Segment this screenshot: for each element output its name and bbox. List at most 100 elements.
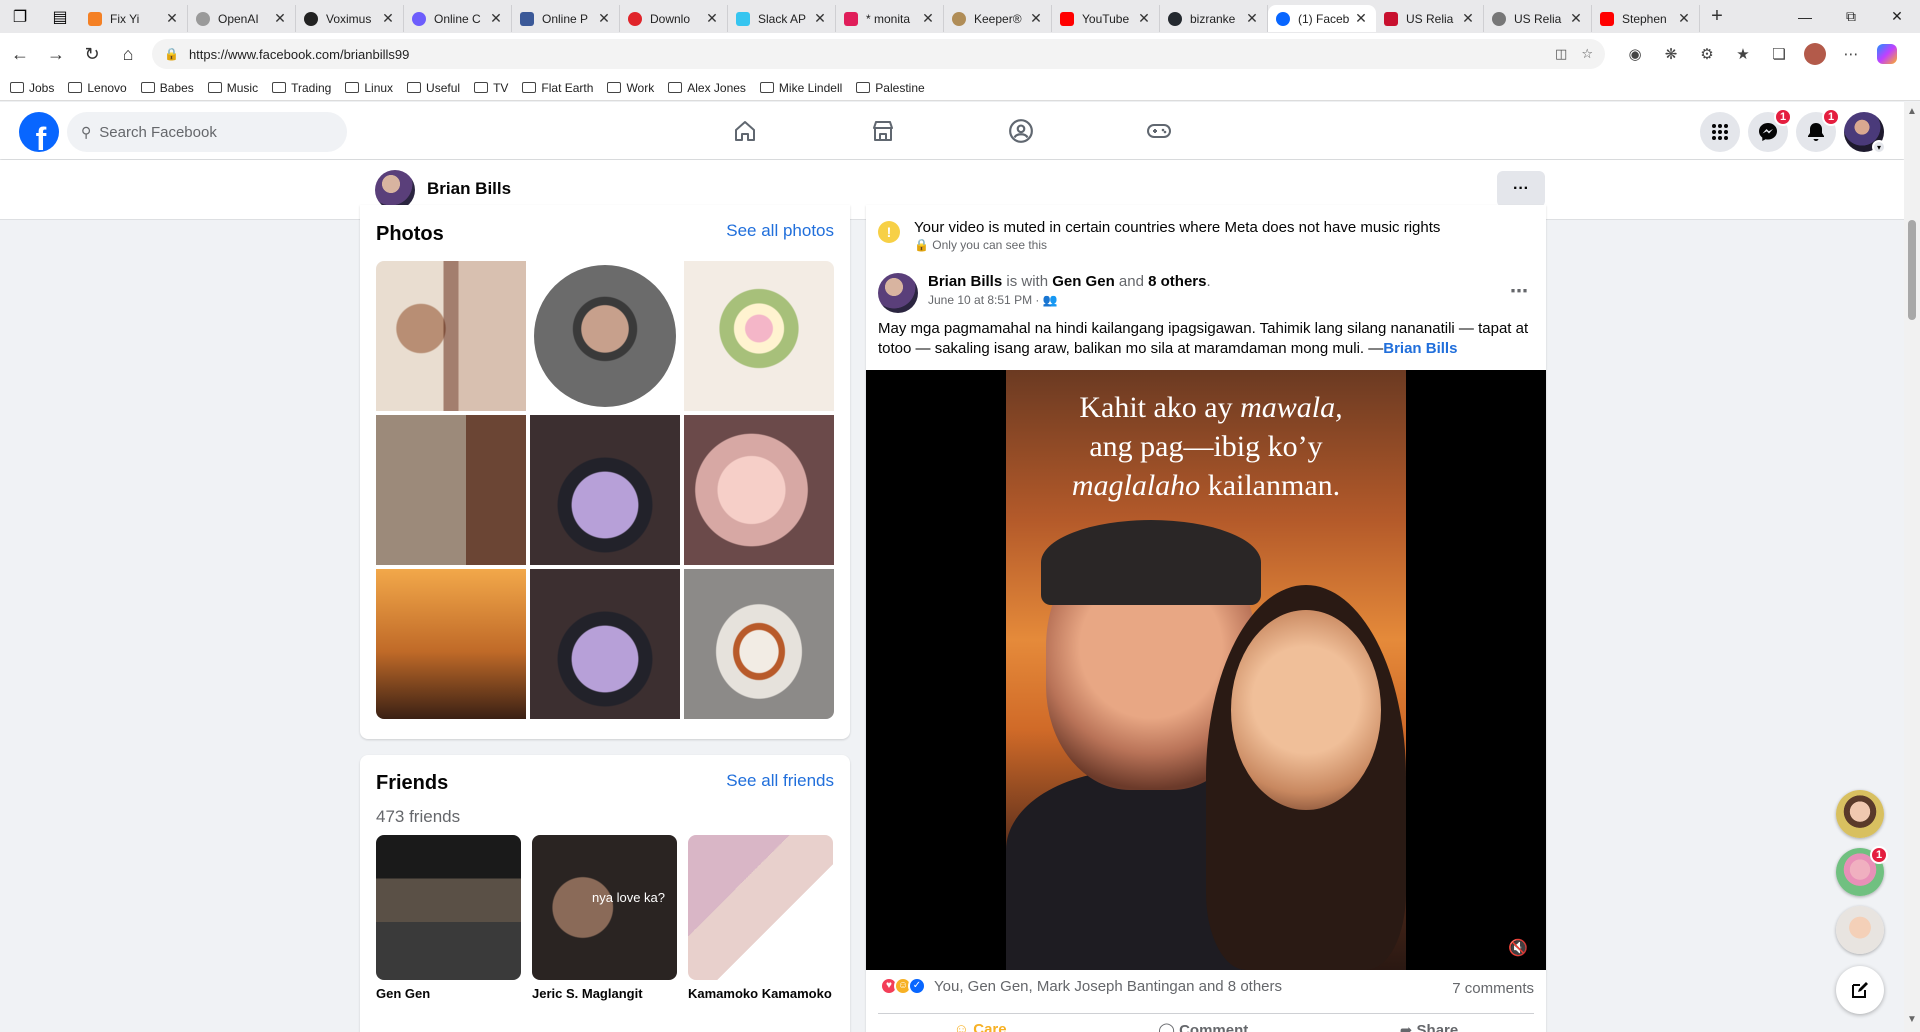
comments-count[interactable]: 7 comments bbox=[1452, 980, 1534, 997]
close-tab-icon[interactable]: ✕ bbox=[597, 10, 611, 27]
photo-thumbnail[interactable] bbox=[376, 569, 526, 719]
extension-cookie-icon[interactable]: ◉ bbox=[1617, 36, 1653, 72]
reactions-summary[interactable]: ♥ ☺ ✓ You, Gen Gen, Mark Joseph Bantinga… bbox=[880, 977, 1282, 995]
browser-tab[interactable]: * monita ✕ bbox=[836, 5, 944, 32]
bookmark-folder[interactable]: Work bbox=[607, 81, 654, 95]
search-input[interactable]: ⚲ Search Facebook bbox=[67, 112, 347, 152]
browser-tab[interactable]: YouTube ✕ bbox=[1052, 5, 1160, 32]
bookmark-folder[interactable]: Palestine bbox=[856, 81, 925, 95]
chat-head-avatar[interactable] bbox=[1836, 906, 1884, 954]
refresh-icon[interactable]: ↻ bbox=[74, 36, 110, 72]
profile-more-button[interactable]: ··· bbox=[1497, 171, 1545, 207]
friend-name[interactable]: Gen Gen bbox=[376, 986, 521, 1001]
account-avatar[interactable]: ▾ bbox=[1844, 112, 1886, 154]
bookmark-folder[interactable]: Flat Earth bbox=[522, 81, 593, 95]
bookmark-folder[interactable]: Babes bbox=[140, 81, 194, 95]
post-options-icon[interactable]: ⋯ bbox=[1510, 281, 1528, 302]
browser-tab[interactable]: Online C ✕ bbox=[404, 5, 512, 32]
close-tab-icon[interactable]: ✕ bbox=[273, 10, 287, 27]
browser-tab[interactable]: OpenAI ✕ bbox=[188, 5, 296, 32]
friend-photo[interactable] bbox=[376, 835, 521, 980]
close-window-icon[interactable]: ✕ bbox=[1874, 0, 1920, 33]
friend-name[interactable]: Jeric S. Maglangit bbox=[532, 986, 677, 1001]
share-button[interactable]: ➦ Share bbox=[1400, 1021, 1458, 1032]
profile-avatar-icon[interactable] bbox=[1797, 36, 1833, 72]
notifications-button[interactable]: 1 bbox=[1796, 108, 1840, 152]
facebook-logo-icon[interactable]: f bbox=[19, 112, 59, 152]
browser-tab[interactable]: Downlo ✕ bbox=[620, 5, 728, 32]
marketplace-icon[interactable] bbox=[828, 110, 938, 152]
close-tab-icon[interactable]: ✕ bbox=[489, 10, 503, 27]
bookmark-folder[interactable]: Alex Jones bbox=[668, 81, 746, 95]
see-all-photos-link[interactable]: See all photos bbox=[726, 221, 834, 241]
browser-tab[interactable]: Stephen ✕ bbox=[1592, 5, 1700, 32]
gaming-icon[interactable] bbox=[1104, 110, 1214, 152]
minimize-icon[interactable]: — bbox=[1782, 0, 1828, 33]
bookmark-folder[interactable]: Jobs bbox=[10, 81, 54, 95]
friend-photo[interactable] bbox=[688, 835, 833, 980]
scroll-down-icon[interactable]: ▼ bbox=[1907, 1014, 1917, 1025]
favorites-icon[interactable]: ★ bbox=[1725, 36, 1761, 72]
close-tab-icon[interactable]: ✕ bbox=[921, 10, 935, 27]
menu-grid-icon[interactable] bbox=[1700, 112, 1740, 152]
bookmark-folder[interactable]: Lenovo bbox=[68, 81, 127, 95]
browser-tab[interactable]: US Relia ✕ bbox=[1376, 5, 1484, 32]
photo-thumbnail[interactable] bbox=[376, 261, 526, 411]
close-tab-icon[interactable]: ✕ bbox=[1137, 10, 1151, 27]
close-tab-icon[interactable]: ✕ bbox=[381, 10, 395, 27]
close-tab-icon[interactable]: ✕ bbox=[1029, 10, 1043, 27]
close-tab-icon[interactable]: ✕ bbox=[1569, 10, 1583, 27]
photo-thumbnail[interactable] bbox=[530, 415, 680, 565]
close-tab-icon[interactable]: ✕ bbox=[1461, 10, 1475, 27]
back-arrow-icon[interactable]: ← bbox=[2, 36, 38, 72]
browser-tab[interactable]: Online P ✕ bbox=[512, 5, 620, 32]
workspaces-icon[interactable]: ❐ bbox=[0, 0, 40, 33]
close-tab-icon[interactable]: ✕ bbox=[165, 10, 179, 27]
photo-thumbnail[interactable] bbox=[376, 415, 526, 565]
browser-tab[interactable]: bizranke ✕ bbox=[1160, 5, 1268, 32]
home-icon[interactable]: ⌂ bbox=[110, 36, 146, 72]
photo-thumbnail[interactable] bbox=[530, 261, 680, 411]
photo-thumbnail[interactable] bbox=[684, 261, 834, 411]
performance-icon[interactable]: ⚙ bbox=[1689, 36, 1725, 72]
new-message-button[interactable] bbox=[1836, 966, 1884, 1014]
close-tab-icon[interactable]: ✕ bbox=[1354, 10, 1368, 27]
friend-tile[interactable]: nya love ka? Jeric S. Maglangit bbox=[532, 835, 677, 1001]
friend-tile[interactable]: Gen Gen bbox=[376, 835, 521, 1001]
comment-button[interactable]: ◯ Comment bbox=[1158, 1021, 1248, 1032]
photo-thumbnail[interactable] bbox=[684, 415, 834, 565]
restore-icon[interactable]: ⧉ bbox=[1828, 0, 1874, 33]
bookmark-folder[interactable]: Useful bbox=[407, 81, 460, 95]
browser-tab[interactable]: Fix Yi ✕ bbox=[80, 5, 188, 32]
friend-name[interactable]: Kamamoko Kamamoko bbox=[688, 986, 833, 1001]
more-options-icon[interactable]: ⋯ bbox=[1833, 36, 1869, 72]
close-tab-icon[interactable]: ✕ bbox=[1677, 10, 1691, 27]
collections-icon[interactable]: ❏ bbox=[1761, 36, 1797, 72]
profile-avatar[interactable] bbox=[375, 170, 415, 210]
friend-tile[interactable]: Kamamoko Kamamoko bbox=[688, 835, 833, 1001]
photo-thumbnail[interactable] bbox=[684, 569, 834, 719]
bookmark-folder[interactable]: Linux bbox=[345, 81, 393, 95]
see-all-friends-link[interactable]: See all friends bbox=[726, 771, 834, 791]
chat-head-avatar[interactable] bbox=[1836, 790, 1884, 838]
tab-actions-icon[interactable]: ▤ bbox=[40, 0, 80, 33]
extensions-puzzle-icon[interactable]: ❋ bbox=[1653, 36, 1689, 72]
browser-tab[interactable]: US Relia ✕ bbox=[1484, 5, 1592, 32]
groups-icon[interactable] bbox=[966, 110, 1076, 152]
profile-name[interactable]: Brian Bills bbox=[427, 179, 511, 199]
post-timestamp[interactable]: June 10 at 8:51 PM bbox=[928, 293, 1032, 307]
close-tab-icon[interactable]: ✕ bbox=[1245, 10, 1259, 27]
post-author-name[interactable]: Brian Bills bbox=[928, 273, 1002, 290]
forward-arrow-icon[interactable]: → bbox=[38, 36, 74, 72]
bookmark-folder[interactable]: Mike Lindell bbox=[759, 81, 842, 95]
bookmark-folder[interactable]: Trading bbox=[272, 81, 331, 95]
home-icon[interactable] bbox=[690, 110, 800, 152]
chat-head-avatar[interactable]: 1 bbox=[1836, 846, 1888, 896]
care-button[interactable]: ☺ Care bbox=[954, 1021, 1007, 1032]
post-author-avatar[interactable] bbox=[878, 273, 918, 313]
post-tag-link[interactable]: Brian Bills bbox=[1383, 340, 1457, 357]
browser-tab[interactable]: Slack AP ✕ bbox=[728, 5, 836, 32]
bookmark-folder[interactable]: TV bbox=[474, 81, 508, 95]
browser-tab[interactable]: Keeper® ✕ bbox=[944, 5, 1052, 32]
url-input[interactable]: 🔒 https://www.facebook.com/brianbills99 … bbox=[152, 39, 1605, 69]
